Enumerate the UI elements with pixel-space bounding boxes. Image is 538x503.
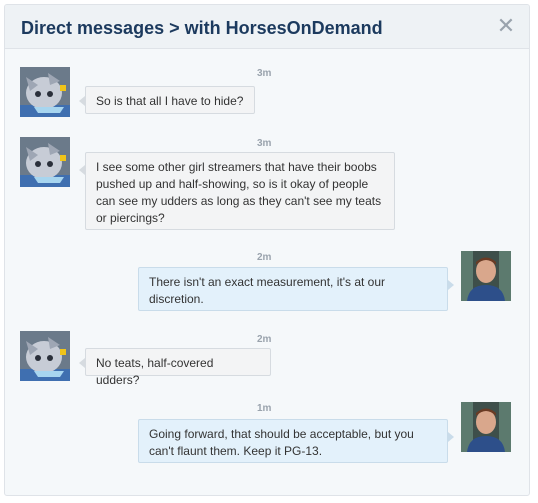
bubble-pointer — [448, 280, 454, 290]
message-time: 2m — [257, 252, 272, 263]
message-bubble: No teats, half-covered udders? — [85, 348, 271, 387]
message-time: 2m — [257, 334, 272, 345]
avatar-user[interactable] — [461, 251, 511, 301]
message-time: 3m — [257, 68, 272, 79]
avatar-horse[interactable] — [20, 331, 70, 381]
direct-messages-panel: Direct messages > with HorsesOnDemand ✕ … — [4, 4, 530, 496]
message-bubble: So is that all I have to hide? — [85, 86, 255, 114]
message-bubble: There isn't an exact measurement, it's a… — [138, 267, 448, 311]
page-title: Direct messages > with HorsesOnDemand — [21, 18, 383, 38]
avatar-horse[interactable] — [20, 67, 70, 117]
message-time: 1m — [257, 403, 272, 414]
message-bubble: I see some other girl streamers that hav… — [85, 152, 395, 230]
message-time: 3m — [257, 138, 272, 149]
close-icon[interactable]: ✕ — [495, 15, 517, 37]
bubble-pointer — [448, 432, 454, 442]
message-bubble: Going forward, that should be acceptable… — [138, 419, 448, 463]
avatar-horse[interactable] — [20, 137, 70, 187]
dm-header: Direct messages > with HorsesOnDemand ✕ — [5, 5, 529, 49]
avatar-user[interactable] — [461, 402, 511, 452]
